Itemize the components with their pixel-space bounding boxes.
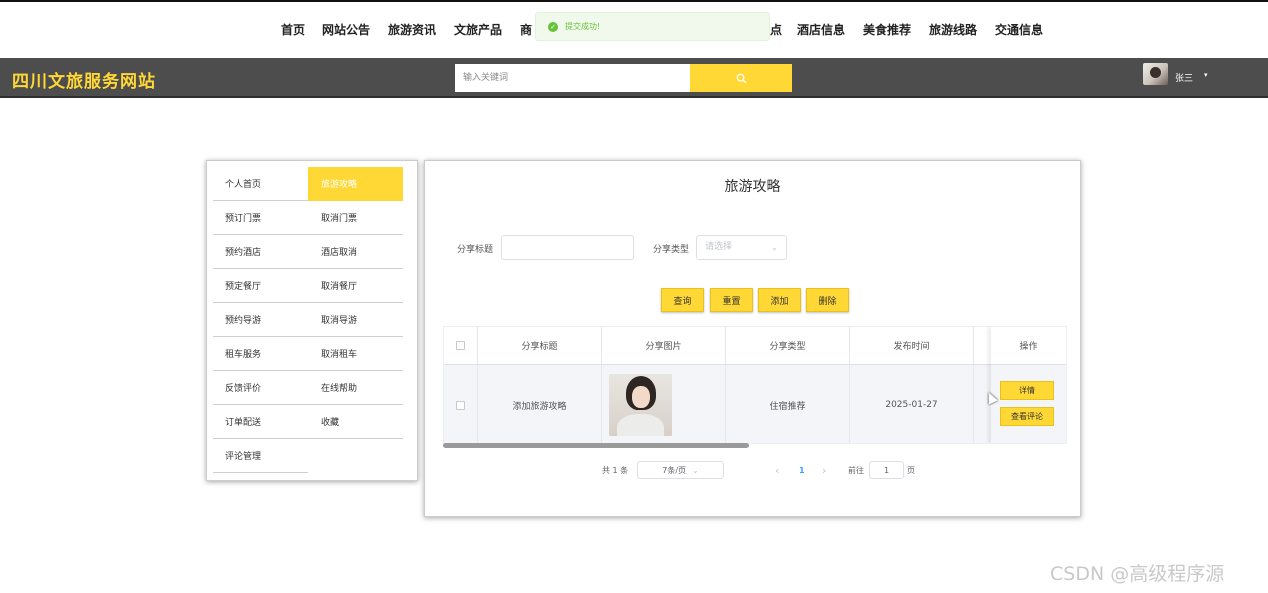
cell-type: 住宿推荐 [726, 365, 850, 443]
page: 首页 网站公告 旅游资讯 文旅产品 商 点 酒店信息 美食推荐 旅游线路 交通信… [0, 0, 1268, 593]
sidebar-item-cancel-tickets[interactable]: 取消门票 [308, 201, 403, 235]
page-title: 旅游攻略 [724, 179, 781, 195]
nav-announcements[interactable]: 网站公告 [322, 21, 370, 38]
nav-shop-partial[interactable]: 商 [520, 21, 532, 38]
sidebar-item-personal-home[interactable]: 个人首页 [213, 167, 308, 201]
pagination-total: 共 1 条 [602, 465, 629, 475]
share-type-label: 分享类型 [653, 245, 690, 255]
sidebar-item-travel-guides[interactable]: 旅游攻略 [308, 167, 403, 201]
prev-page-button[interactable]: ‹ [775, 461, 779, 479]
col-header-title[interactable]: 分享标题 [478, 327, 602, 364]
col-header-date[interactable]: 发布时间 [850, 327, 974, 364]
portrait-image[interactable] [609, 374, 672, 436]
actions-column: 操作 详情 查看评论 [991, 327, 1066, 443]
header-bar: 四川文旅服务网站 张三 ▾ [0, 58, 1268, 98]
user-sidebar-menu: 个人首页 预订门票 预约酒店 预定餐厅 预约导游 租车服务 反馈评价 订单配送 … [206, 160, 418, 481]
sidebar-item-book-tickets[interactable]: 预订门票 [213, 201, 308, 235]
nav-food[interactable]: 美食推荐 [863, 21, 911, 38]
actions-cell: 详情 查看评论 [991, 365, 1066, 443]
col-header-actions: 操作 [991, 327, 1066, 365]
nav-travel-news[interactable]: 旅游资讯 [388, 21, 436, 38]
travel-guides-panel: 旅游攻略 分享标题 分享类型 请选择 ⌄ 查询 重置 添加 删除 分享标题 分享… [424, 160, 1081, 517]
search-button[interactable] [690, 64, 792, 92]
avatar[interactable] [1143, 63, 1168, 85]
page-size-select[interactable]: 7条/页 ⌄ [637, 461, 724, 479]
detail-button[interactable]: 详情 [1000, 381, 1054, 400]
page-suffix-label: 页 [907, 465, 915, 475]
horizontal-scrollbar[interactable] [443, 443, 749, 448]
nav-spots-partial[interactable]: 点 [770, 21, 782, 38]
nav-home[interactable]: 首页 [281, 21, 305, 38]
sidebar-item-cancel-car-rental[interactable]: 取消租车 [308, 337, 403, 371]
col-header-type[interactable]: 分享类型 [726, 327, 850, 364]
sidebar-item-cancel-restaurant[interactable]: 取消餐厅 [308, 269, 403, 303]
cell-date: 2025-01-27 [850, 365, 974, 443]
nav-transport[interactable]: 交通信息 [995, 21, 1043, 38]
select-all-checkbox[interactable] [456, 341, 465, 350]
row-checkbox[interactable] [456, 400, 465, 410]
cell-image [602, 365, 726, 443]
sidebar-item-cancel-hotel[interactable]: 酒店取消 [308, 235, 403, 269]
sidebar-item-car-rental[interactable]: 租车服务 [213, 337, 308, 371]
page-size-value: 7条/页 [662, 465, 687, 475]
search-icon [736, 73, 746, 83]
chevron-down-icon: ⌄ [771, 243, 778, 252]
nav-products[interactable]: 文旅产品 [454, 21, 502, 38]
sidebar-item-cancel-guide[interactable]: 取消导游 [308, 303, 403, 337]
query-button[interactable]: 查询 [661, 288, 704, 312]
toast-message: 提交成功! [565, 22, 601, 31]
top-border [0, 0, 1268, 2]
chevron-down-icon: ⌄ [692, 465, 699, 475]
sidebar-item-order-delivery[interactable]: 订单配送 [213, 405, 308, 439]
chevron-down-icon[interactable]: ▾ [1204, 71, 1208, 79]
watermark: CSDN @高级程序源 [1050, 563, 1225, 585]
sidebar-item-feedback[interactable]: 反馈评价 [213, 371, 308, 405]
row-select-cell [444, 365, 478, 443]
delete-button[interactable]: 删除 [806, 288, 849, 312]
share-type-select[interactable]: 请选择 ⌄ [696, 235, 787, 260]
sidebar-item-book-restaurant[interactable]: 预定餐厅 [213, 269, 308, 303]
add-button[interactable]: 添加 [758, 288, 801, 312]
pagination: 共 1 条 7条/页 ⌄ ‹ 1 › 前往 页 [425, 461, 1082, 479]
sidebar-item-book-guide[interactable]: 预约导游 [213, 303, 308, 337]
col-header-image[interactable]: 分享图片 [602, 327, 726, 364]
table-header-row: 分享标题 分享图片 分享类型 发布时间 [444, 327, 1066, 365]
goto-label: 前往 [848, 465, 864, 475]
sidebar-item-comment-management[interactable]: 评论管理 [213, 439, 308, 473]
check-circle-icon: ✓ [548, 21, 558, 32]
username[interactable]: 张三 [1175, 71, 1193, 84]
goto-page-input[interactable] [869, 461, 904, 479]
site-title[interactable]: 四川文旅服务网站 [12, 67, 156, 92]
cell-title: 添加旅游攻略 [478, 365, 602, 443]
sidebar-item-book-hotel[interactable]: 预约酒店 [213, 235, 308, 269]
select-all-cell [444, 327, 478, 364]
success-toast: ✓ 提交成功! [535, 12, 770, 41]
reset-button[interactable]: 重置 [710, 288, 753, 312]
share-title-input[interactable] [501, 235, 634, 260]
share-title-label: 分享标题 [457, 245, 494, 255]
nav-hotels[interactable]: 酒店信息 [797, 21, 845, 38]
nav-routes[interactable]: 旅游线路 [929, 21, 977, 38]
share-type-placeholder: 请选择 [705, 242, 733, 252]
page-number-current[interactable]: 1 [799, 461, 805, 479]
table-row[interactable]: 添加旅游攻略 住宿推荐 2025-01-27 [444, 365, 1066, 443]
next-page-button[interactable]: › [822, 461, 826, 479]
view-comments-button[interactable]: 查看评论 [1000, 407, 1054, 426]
search-input[interactable] [455, 64, 690, 92]
guides-table: 分享标题 分享图片 分享类型 发布时间 添加旅游攻略 住宿推荐 2025-01-… [443, 326, 1067, 444]
sidebar-item-online-help[interactable]: 在线帮助 [308, 371, 403, 405]
sidebar-item-favorites[interactable]: 收藏 [308, 405, 403, 439]
